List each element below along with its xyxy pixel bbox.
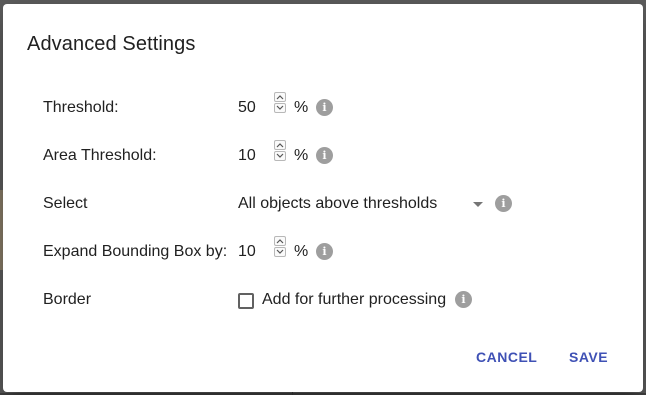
select-dropdown[interactable]: All objects above thresholds <box>238 192 488 216</box>
expand-bbox-row: Expand Bounding Box by: 10 % i <box>43 236 623 264</box>
info-icon[interactable]: i <box>495 195 512 212</box>
advanced-settings-dialog: Advanced Settings Threshold: 50 % i Area… <box>3 4 643 392</box>
info-icon[interactable]: i <box>316 99 333 116</box>
threshold-stepper[interactable] <box>274 92 286 114</box>
dialog-title: Advanced Settings <box>27 33 196 55</box>
select-value[interactable]: All objects above thresholds <box>238 195 437 213</box>
chevron-up-icon[interactable] <box>274 140 286 150</box>
border-checkbox-label[interactable]: Add for further processing <box>262 291 446 309</box>
area-threshold-input[interactable]: 10 % <box>238 140 318 168</box>
chevron-down-icon[interactable] <box>274 247 286 257</box>
border-label: Border <box>43 291 92 308</box>
chevron-down-icon[interactable] <box>274 151 286 161</box>
area-threshold-stepper[interactable] <box>274 140 286 162</box>
select-label: Select <box>43 195 88 212</box>
border-row: Border Add for further processing i <box>43 288 623 312</box>
expand-bbox-unit: % <box>294 243 309 260</box>
select-row: Select All objects above thresholds i <box>43 192 623 216</box>
border-checkbox[interactable] <box>238 293 254 309</box>
expand-bbox-value[interactable]: 10 <box>238 243 256 261</box>
cancel-button[interactable]: CANCEL <box>472 346 541 368</box>
info-icon[interactable]: i <box>316 147 333 164</box>
triangle-down-icon[interactable] <box>473 202 483 207</box>
threshold-row: Threshold: 50 % i <box>43 92 623 120</box>
threshold-input[interactable]: 50 % <box>238 92 318 120</box>
chevron-down-icon[interactable] <box>274 103 286 113</box>
expand-bbox-input[interactable]: 10 % <box>238 236 318 264</box>
threshold-label: Threshold: <box>43 99 119 116</box>
area-threshold-value[interactable]: 10 <box>238 147 256 165</box>
save-button[interactable]: SAVE <box>565 346 612 368</box>
area-threshold-unit: % <box>294 147 309 164</box>
info-icon[interactable]: i <box>316 243 333 260</box>
expand-bbox-stepper[interactable] <box>274 236 286 258</box>
area-threshold-label: Area Threshold: <box>43 147 157 164</box>
threshold-unit: % <box>294 99 309 116</box>
chevron-up-icon[interactable] <box>274 92 286 102</box>
area-threshold-row: Area Threshold: 10 % i <box>43 140 623 168</box>
threshold-value[interactable]: 50 <box>238 99 256 117</box>
expand-bbox-label: Expand Bounding Box by: <box>43 243 228 260</box>
chevron-up-icon[interactable] <box>274 236 286 246</box>
info-icon[interactable]: i <box>455 291 472 308</box>
